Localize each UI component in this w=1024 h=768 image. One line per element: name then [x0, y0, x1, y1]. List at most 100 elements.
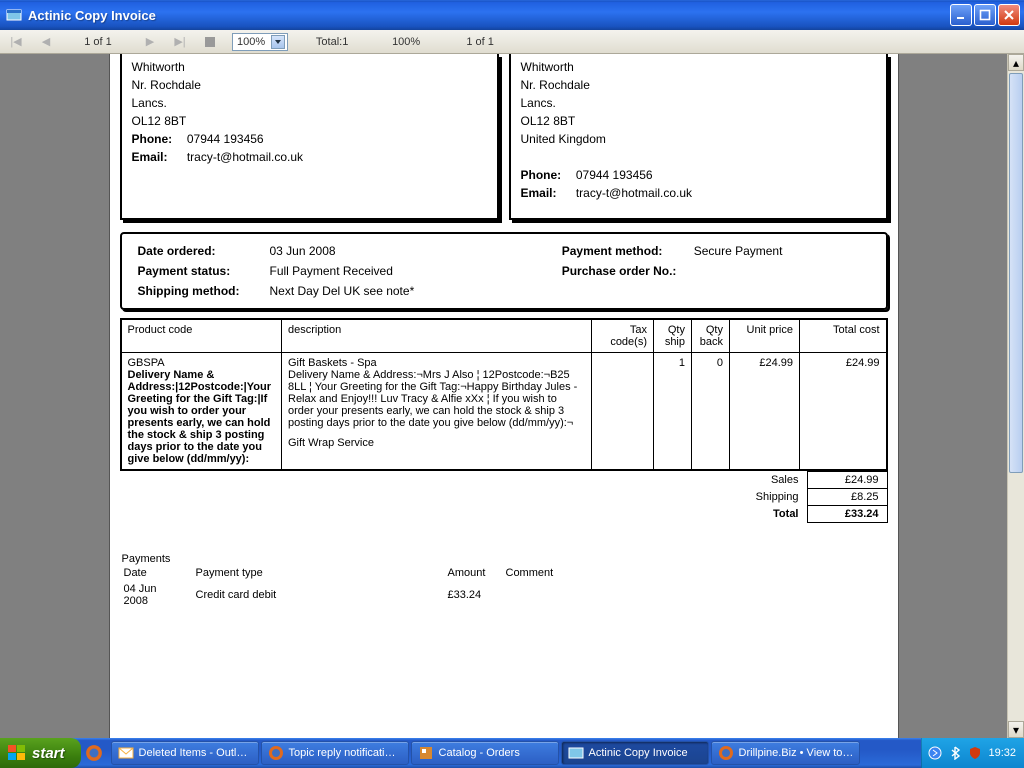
page-of: 1 of 1: [450, 36, 510, 48]
task-catalog[interactable]: Catalog - Orders: [411, 741, 559, 765]
payment-status-value: Full Payment Received: [266, 262, 556, 280]
shield-icon[interactable]: [968, 746, 982, 760]
item-desc: Delivery Name & Address:¬Mrs J Also ¦ 12…: [288, 369, 585, 429]
zoom-value: 100%: [237, 36, 265, 48]
payment-method-value: Secure Payment: [690, 242, 874, 260]
task-label: Deleted Items - Outl…: [139, 747, 248, 759]
page-position: 1 of 1: [68, 36, 128, 48]
windows-logo-icon: [8, 745, 26, 761]
task-topic-reply[interactable]: Topic reply notificati…: [261, 741, 409, 765]
tray-clock: 19:32: [988, 747, 1016, 759]
system-tray: 19:32: [921, 738, 1024, 768]
item-unit-price: £24.99: [730, 353, 800, 470]
bluetooth-icon[interactable]: [948, 746, 962, 760]
window-titlebar: Actinic Copy Invoice: [0, 0, 1024, 30]
pay-col-amount: Amount: [448, 567, 504, 581]
email-label: Email:: [521, 184, 573, 202]
col-unit-price: Unit price: [730, 320, 800, 353]
pay-type: Credit card debit: [196, 583, 446, 609]
task-drillpine[interactable]: Drillpine.Biz • View to…: [711, 741, 861, 765]
scroll-track[interactable]: [1008, 71, 1024, 721]
item-qty-back: 0: [692, 353, 730, 470]
pay-col-date: Date: [124, 567, 194, 581]
payments-heading: Payments: [122, 553, 886, 565]
col-tax: Tax code(s): [592, 320, 654, 353]
first-page-button[interactable]: |◀: [8, 34, 24, 50]
shipping-method-label: Shipping method:: [134, 282, 264, 300]
catalog-icon: [418, 745, 434, 761]
phone-label: Phone:: [521, 166, 573, 184]
firefox-icon[interactable]: [85, 744, 103, 762]
close-button[interactable]: [998, 4, 1020, 26]
task-label: Catalog - Orders: [439, 747, 520, 759]
addr-line: OL12 8BT: [521, 112, 876, 130]
shipping-value: £8.25: [807, 489, 887, 506]
addr-line: Nr. Rochdale: [132, 76, 487, 94]
window-title: Actinic Copy Invoice: [28, 8, 156, 23]
prev-page-button[interactable]: ◀: [38, 34, 54, 50]
last-page-button[interactable]: ▶|: [172, 34, 188, 50]
task-label: Drillpine.Biz • View to…: [739, 747, 854, 759]
chevron-down-icon: [271, 35, 285, 49]
pay-comment: [506, 583, 566, 609]
task-actinic-invoice[interactable]: Actinic Copy Invoice: [561, 741, 709, 765]
totals-box: Sales£24.99 Shipping£8.25 Total£33.24: [120, 471, 888, 523]
vertical-scrollbar[interactable]: ▴ ▾: [1007, 54, 1024, 738]
total-label: Total: [748, 506, 807, 523]
sales-value: £24.99: [807, 472, 887, 489]
stop-button[interactable]: [202, 34, 218, 50]
windows-taskbar: start Deleted Items - Outl… Topic reply …: [0, 738, 1024, 768]
addr-line: Whitworth: [521, 58, 876, 76]
table-row: GBSPA Delivery Name & Address:|12Postcod…: [122, 353, 886, 470]
minimize-button[interactable]: [950, 4, 972, 26]
col-qty-back: Qty back: [692, 320, 730, 353]
shipping-method-value: Next Day Del UK see note*: [266, 282, 556, 300]
browser-icon: [268, 745, 284, 761]
zoom-select[interactable]: 100%: [232, 33, 288, 51]
task-buttons: Deleted Items - Outl… Topic reply notifi…: [107, 741, 922, 765]
item-qty-ship: 1: [654, 353, 692, 470]
col-product-code: Product code: [122, 320, 282, 353]
scroll-thumb[interactable]: [1009, 73, 1023, 473]
scroll-up-button[interactable]: ▴: [1008, 54, 1024, 71]
next-page-button[interactable]: ▶: [142, 34, 158, 50]
item-desc: Gift Wrap Service: [288, 437, 585, 449]
col-total-cost: Total cost: [800, 320, 886, 353]
date-ordered-value: 03 Jun 2008: [266, 242, 556, 260]
table-row: 04 Jun 2008 Credit card debit £33.24: [124, 583, 566, 609]
app-icon: [6, 7, 22, 23]
product-code-extra: Delivery Name & Address:|12Postcode:|You…: [128, 369, 276, 465]
addr-line: Whitworth: [132, 58, 487, 76]
col-description: description: [282, 320, 592, 353]
order-info-box: Date ordered: 03 Jun 2008 Payment method…: [120, 232, 888, 310]
shipping-label: Shipping: [748, 489, 807, 506]
item-tax: [592, 353, 654, 470]
record-total: Total:1: [302, 36, 362, 48]
total-value: £33.24: [807, 506, 887, 523]
sales-label: Sales: [748, 472, 807, 489]
phone-value: 07944 193456: [187, 132, 264, 146]
scroll-down-button[interactable]: ▾: [1008, 721, 1024, 738]
task-label: Actinic Copy Invoice: [589, 747, 688, 759]
report-icon: [568, 745, 584, 761]
invoice-page: Whitworth Nr. Rochdale Lancs. OL12 8BT P…: [109, 54, 899, 738]
addr-line: Nr. Rochdale: [521, 76, 876, 94]
line-items-table: Product code description Tax code(s) Qty…: [120, 318, 888, 471]
start-label: start: [32, 745, 65, 762]
pay-amount: £33.24: [448, 583, 504, 609]
payment-status-label: Payment status:: [134, 262, 264, 280]
load-pct: 100%: [376, 36, 436, 48]
report-toolbar: |◀ ◀ 1 of 1 ▶ ▶| 100% Total:1 100% 1 of …: [0, 30, 1024, 54]
start-button[interactable]: start: [0, 738, 81, 768]
maximize-button[interactable]: [974, 4, 996, 26]
purchase-order-value: [690, 262, 874, 280]
email-label: Email:: [132, 148, 184, 166]
task-outlook[interactable]: Deleted Items - Outl…: [111, 741, 259, 765]
tray-chevron-icon[interactable]: [928, 746, 942, 760]
pay-col-type: Payment type: [196, 567, 446, 581]
item-total-cost: £24.99: [800, 353, 886, 470]
addr-line: United Kingdom: [521, 130, 876, 148]
purchase-order-label: Purchase order No.:: [558, 262, 688, 280]
pay-col-comment: Comment: [506, 567, 566, 581]
col-qty-ship: Qty ship: [654, 320, 692, 353]
